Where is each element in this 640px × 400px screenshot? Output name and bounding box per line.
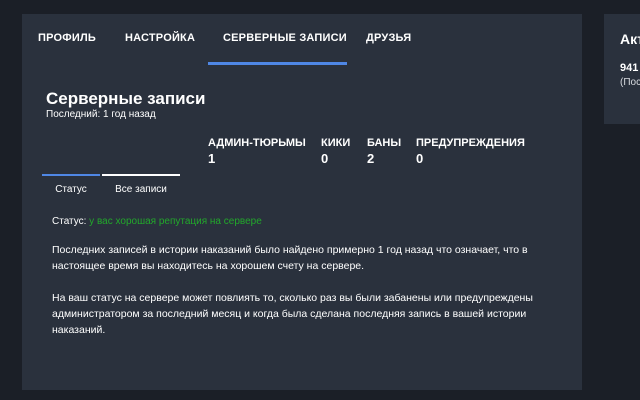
stat-value: 1 [208,151,216,166]
stat-label: ПРЕДУПРЕЖДЕНИЯ [416,137,525,149]
stat-label: БАНЫ [367,137,402,149]
tab-settings[interactable]: НАСТРОЙКА [125,32,195,44]
section-title: Серверные записи [46,89,206,108]
status-label: Статус: [52,216,87,227]
status-value: у вас хорошая репутация на сервере [89,216,262,227]
tab-server-records[interactable]: СЕРВЕРНЫЕ ЗАПИСИ [223,32,347,44]
status-explanation-paragraph: Последних записей в истории наказаний бы… [52,244,528,272]
subtab-status[interactable]: Статус [42,174,100,202]
side-panel-value: 941 [620,62,639,74]
main-panel: ПРОФИЛЬ НАСТРОЙКА СЕРВЕРНЫЕ ЗАПИСИ ДРУЗЬ… [22,14,582,390]
stat-warnings: ПРЕДУПРЕЖДЕНИЯ 0 [416,137,525,166]
stat-label: АДМИН-ТЮРЬМЫ [208,137,306,149]
stat-kicks: КИКИ 0 [321,137,350,166]
subtab-all-records[interactable]: Все записи [102,174,180,202]
stat-bans: БАНЫ 2 [367,137,401,166]
stat-value: 2 [367,151,375,166]
status-info-paragraph: На ваш статус на сервере может повлиять … [52,292,533,336]
side-panel-subtext: (Пос [620,77,640,88]
stat-value: 0 [321,151,329,166]
stat-value: 0 [416,151,424,166]
side-panel: Акт 941 (Пос [604,14,640,124]
last-record-text: Последний: 1 год назад [46,109,156,120]
status-line: Статус: у вас хорошая репутация на серве… [52,216,262,227]
tab-friends[interactable]: ДРУЗЬЯ [366,32,411,44]
tab-profile[interactable]: ПРОФИЛЬ [38,32,96,44]
stat-label: КИКИ [321,137,351,149]
side-panel-title: Акт [620,31,640,47]
active-tab-indicator [208,62,347,65]
stat-admin-jails: АДМИН-ТЮРЬМЫ 1 [208,137,306,166]
